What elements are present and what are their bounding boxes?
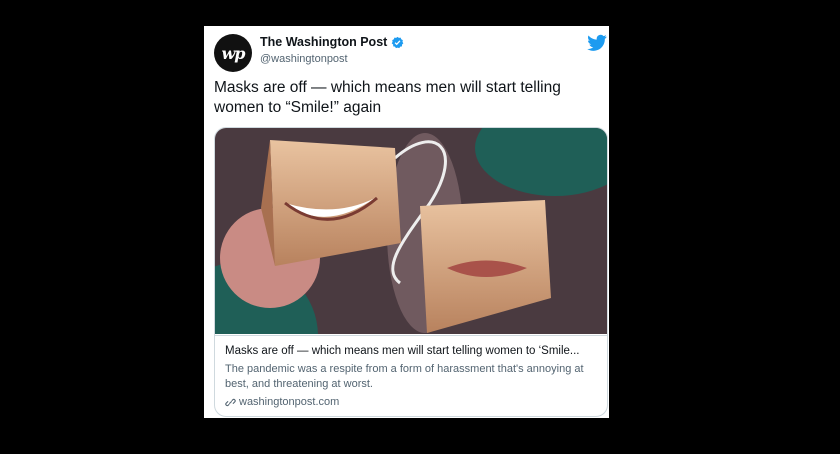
card-body[interactable]: Masks are off — which means men will sta… (215, 335, 607, 416)
verified-badge-icon (392, 36, 404, 48)
card-title[interactable]: Masks are off — which means men will sta… (225, 344, 597, 359)
tweet-card[interactable]: wp The Washington Post @washingtonpost M… (204, 26, 609, 418)
author-avatar[interactable]: wp (214, 34, 252, 72)
author-name[interactable]: The Washington Post (260, 35, 387, 49)
author-name-row[interactable]: The Washington Post (260, 35, 404, 49)
card-image[interactable] (215, 128, 607, 334)
card-domain[interactable]: washingtonpost.com (239, 395, 339, 410)
tweet-text: Masks are off — which means men will sta… (214, 79, 561, 116)
twitter-bird-icon[interactable] (587, 34, 607, 52)
link-icon (225, 398, 236, 407)
card-description: The pandemic was a respite from a form o… (225, 363, 584, 390)
card-domain-row[interactable]: washingtonpost.com (225, 395, 597, 410)
author-handle[interactable]: @washingtonpost (260, 53, 348, 65)
link-preview-card[interactable]: Masks are off — which means men will sta… (214, 127, 608, 417)
